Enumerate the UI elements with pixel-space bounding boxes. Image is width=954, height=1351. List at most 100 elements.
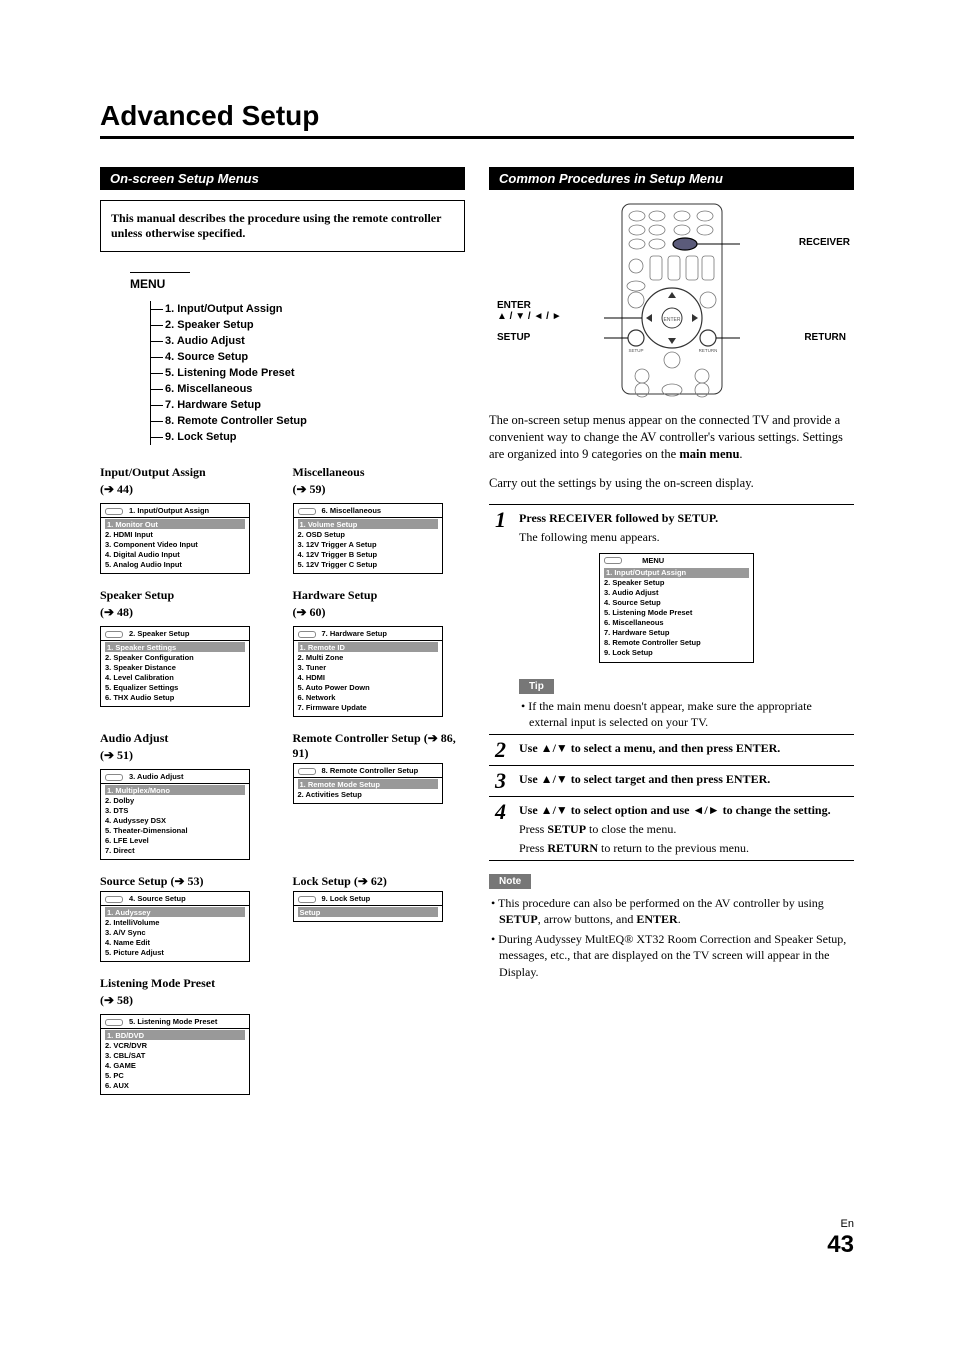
mini-menu-item: 1. Speaker Settings [105, 642, 245, 652]
intro-paragraph: The on-screen setup menus appear on the … [489, 412, 854, 463]
manual-note-box: This manual describes the procedure usin… [100, 200, 465, 252]
mini-menu-item: 1. Monitor Out [105, 519, 245, 529]
mini-menu-item: 7. Direct [105, 845, 245, 855]
mini-menu-header: 3. Audio Adjust [101, 770, 249, 784]
mini-menu: 4. Source Setup1. Audyssey2. IntelliVolu… [100, 891, 250, 962]
submenu-ref: (➔ 44) [100, 482, 273, 497]
mini-menu-item: 5. Auto Power Down [298, 682, 438, 692]
step-2: 2 Use ▲/▼ to select a menu, and then pre… [489, 734, 854, 766]
step1-menu-item: 1. Input/Output Assign [604, 568, 749, 578]
mini-menu-item: 5. Analog Audio Input [105, 559, 245, 569]
mini-menu-item: 2. Multi Zone [298, 652, 438, 662]
mini-menu-item: 3. Component Video Input [105, 539, 245, 549]
mini-menu-item: 5. Theater-Dimensional [105, 825, 245, 835]
mini-menu-item: 3. CBL/SAT [105, 1050, 245, 1060]
label-enter: ENTER [497, 300, 531, 311]
mini-menu-item: 2. VCR/DVR [105, 1040, 245, 1050]
menu-tree-item: 5. Listening Mode Preset [151, 365, 465, 381]
mini-menu-item: 2. OSD Setup [298, 529, 438, 539]
mini-menu-item: 6. Network [298, 692, 438, 702]
mini-menu: 6. Miscellaneous1. Volume Setup2. OSD Se… [293, 503, 443, 574]
step1-menu-title: MENU [642, 556, 664, 565]
step-1-sub: The following menu appears. [519, 530, 848, 545]
mini-menu-item: 6. LFE Level [105, 835, 245, 845]
tip-text: • If the main menu doesn't appear, make … [519, 698, 848, 730]
mini-menu-item: 7. Firmware Update [298, 702, 438, 712]
mini-menu-item: 3. A/V Sync [105, 927, 245, 937]
mini-menu-item: 4. Digital Audio Input [105, 549, 245, 559]
mini-menu-item: 4. HDMI [298, 672, 438, 682]
menu-tree-item: 2. Speaker Setup [151, 317, 465, 333]
mini-menu-item: 3. DTS [105, 805, 245, 815]
mini-menu-item: 4. GAME [105, 1060, 245, 1070]
submenu-title: Miscellaneous [293, 465, 466, 480]
mini-menu-item: 1. Multiplex/Mono [105, 785, 245, 795]
mini-menu-item: 5. Picture Adjust [105, 947, 245, 957]
submenu-block: Input/Output Assign (➔ 44) 1. Input/Output… [100, 465, 273, 574]
submenu-block: Speaker Setup (➔ 48) 2. Speaker Setup1. Sp… [100, 588, 273, 717]
submenu-title: Listening Mode Preset [100, 976, 465, 991]
mini-menu-header: 2. Speaker Setup [101, 627, 249, 641]
mini-menu-item: 1. Remote Mode Setup [298, 779, 438, 789]
menu-tree-item: 4. Source Setup [151, 349, 465, 365]
step-1: 1 Press RECEIVER followed by SETUP. The … [489, 504, 854, 735]
mini-menu-header: 1. Input/Output Assign [101, 504, 249, 518]
svg-text:SETUP: SETUP [628, 348, 643, 353]
mini-menu-header: 4. Source Setup [101, 892, 249, 906]
mini-menu-item: 5. Equalizer Settings [105, 682, 245, 692]
mini-menu: 8. Remote Controller Setup1. Remote Mode… [293, 763, 443, 804]
menu-tree-title: MENU [130, 272, 190, 291]
step1-menu-item: 5. Listening Mode Preset [604, 608, 749, 618]
note-label: Note [489, 874, 531, 889]
submenu-title: Lock Setup (➔ 62) [293, 874, 466, 889]
submenu-block: Listening Mode Preset(➔ 58)5. Listening … [100, 976, 465, 1095]
menu-tree-item: 9. Lock Setup [151, 429, 465, 445]
mini-menu-item: 4. Name Edit [105, 937, 245, 947]
mini-menu-item: 1. Remote ID [298, 642, 438, 652]
submenu-title: Speaker Setup [100, 588, 273, 603]
submenu-title: Input/Output Assign [100, 465, 273, 480]
step1-menu-item: 7. Hardware Setup [604, 628, 749, 638]
step1-menu-item: 9. Lock Setup [604, 648, 749, 658]
mini-menu-item: 4. Audyssey DSX [105, 815, 245, 825]
mini-menu-header: 5. Listening Mode Preset [101, 1015, 249, 1029]
step1-menu-item: 2. Speaker Setup [604, 578, 749, 588]
page-title: Advanced Setup [100, 100, 854, 139]
footer-locale: En [841, 1218, 854, 1230]
label-arrows: ▲ / ▼ / ◄ / ► [497, 311, 562, 322]
mini-menu-item: 2. IntelliVolume [105, 917, 245, 927]
mini-menu-item: Setup [298, 907, 438, 917]
submenu-block: Remote Controller Setup (➔ 86, 91)8. Rem… [293, 731, 466, 860]
mini-menu-header: 8. Remote Controller Setup [294, 764, 442, 778]
mini-menu-item: 1. Volume Setup [298, 519, 438, 529]
step1-menu-item: 6. Miscellaneous [604, 618, 749, 628]
tip-label: Tip [519, 679, 554, 694]
mini-menu: 2. Speaker Setup1. Speaker Settings2. Sp… [100, 626, 250, 707]
mini-menu-item: 6. THX Audio Setup [105, 692, 245, 702]
mini-menu: 7. Hardware Setup1. Remote ID2. Multi Zo… [293, 626, 443, 717]
submenu-block: Source Setup (➔ 53)4. Source Setup1. Aud… [100, 874, 273, 962]
submenu-block: Miscellaneous(➔ 59)6. Miscellaneous1. Vo… [293, 465, 466, 574]
submenu-ref: (➔ 48) [100, 605, 273, 620]
submenu-title: Hardware Setup [293, 588, 466, 603]
mini-menu-item: 1. BD/DVD [105, 1030, 245, 1040]
mini-menu-item: 2. Dolby [105, 795, 245, 805]
mini-menu: 3. Audio Adjust1. Multiplex/Mono2. Dolby… [100, 769, 250, 860]
left-section-header: On-screen Setup Menus [100, 167, 465, 190]
mini-menu-header: 9. Lock Setup [294, 892, 442, 906]
page-number: 43 [827, 1231, 854, 1258]
submenu-title: Remote Controller Setup (➔ 86, 91) [293, 731, 466, 761]
menu-tree-item: 1. Input/Output Assign [151, 301, 465, 317]
mini-menu-item: 3. Speaker Distance [105, 662, 245, 672]
remote-controller-illustration: ENTER SETUP RETURN [542, 200, 802, 400]
step-4: 4 Use ▲/▼ to select option and use ◄/► t… [489, 796, 854, 861]
submenu-block: Lock Setup (➔ 62) 9. Lock SetupSetup [293, 874, 466, 962]
mini-menu-item: 2. Activities Setup [298, 789, 438, 799]
mini-menu-item: 1. Audyssey [105, 907, 245, 917]
step1-menu-item: 8. Remote Controller Setup [604, 638, 749, 648]
menu-tree-item: 3. Audio Adjust [151, 333, 465, 349]
mini-menu-item: 6. AUX [105, 1080, 245, 1090]
mini-menu-item: 3. 12V Trigger A Setup [298, 539, 438, 549]
mini-menu-item: 2. Speaker Configuration [105, 652, 245, 662]
menu-tree-item: 8. Remote Controller Setup [151, 413, 465, 429]
